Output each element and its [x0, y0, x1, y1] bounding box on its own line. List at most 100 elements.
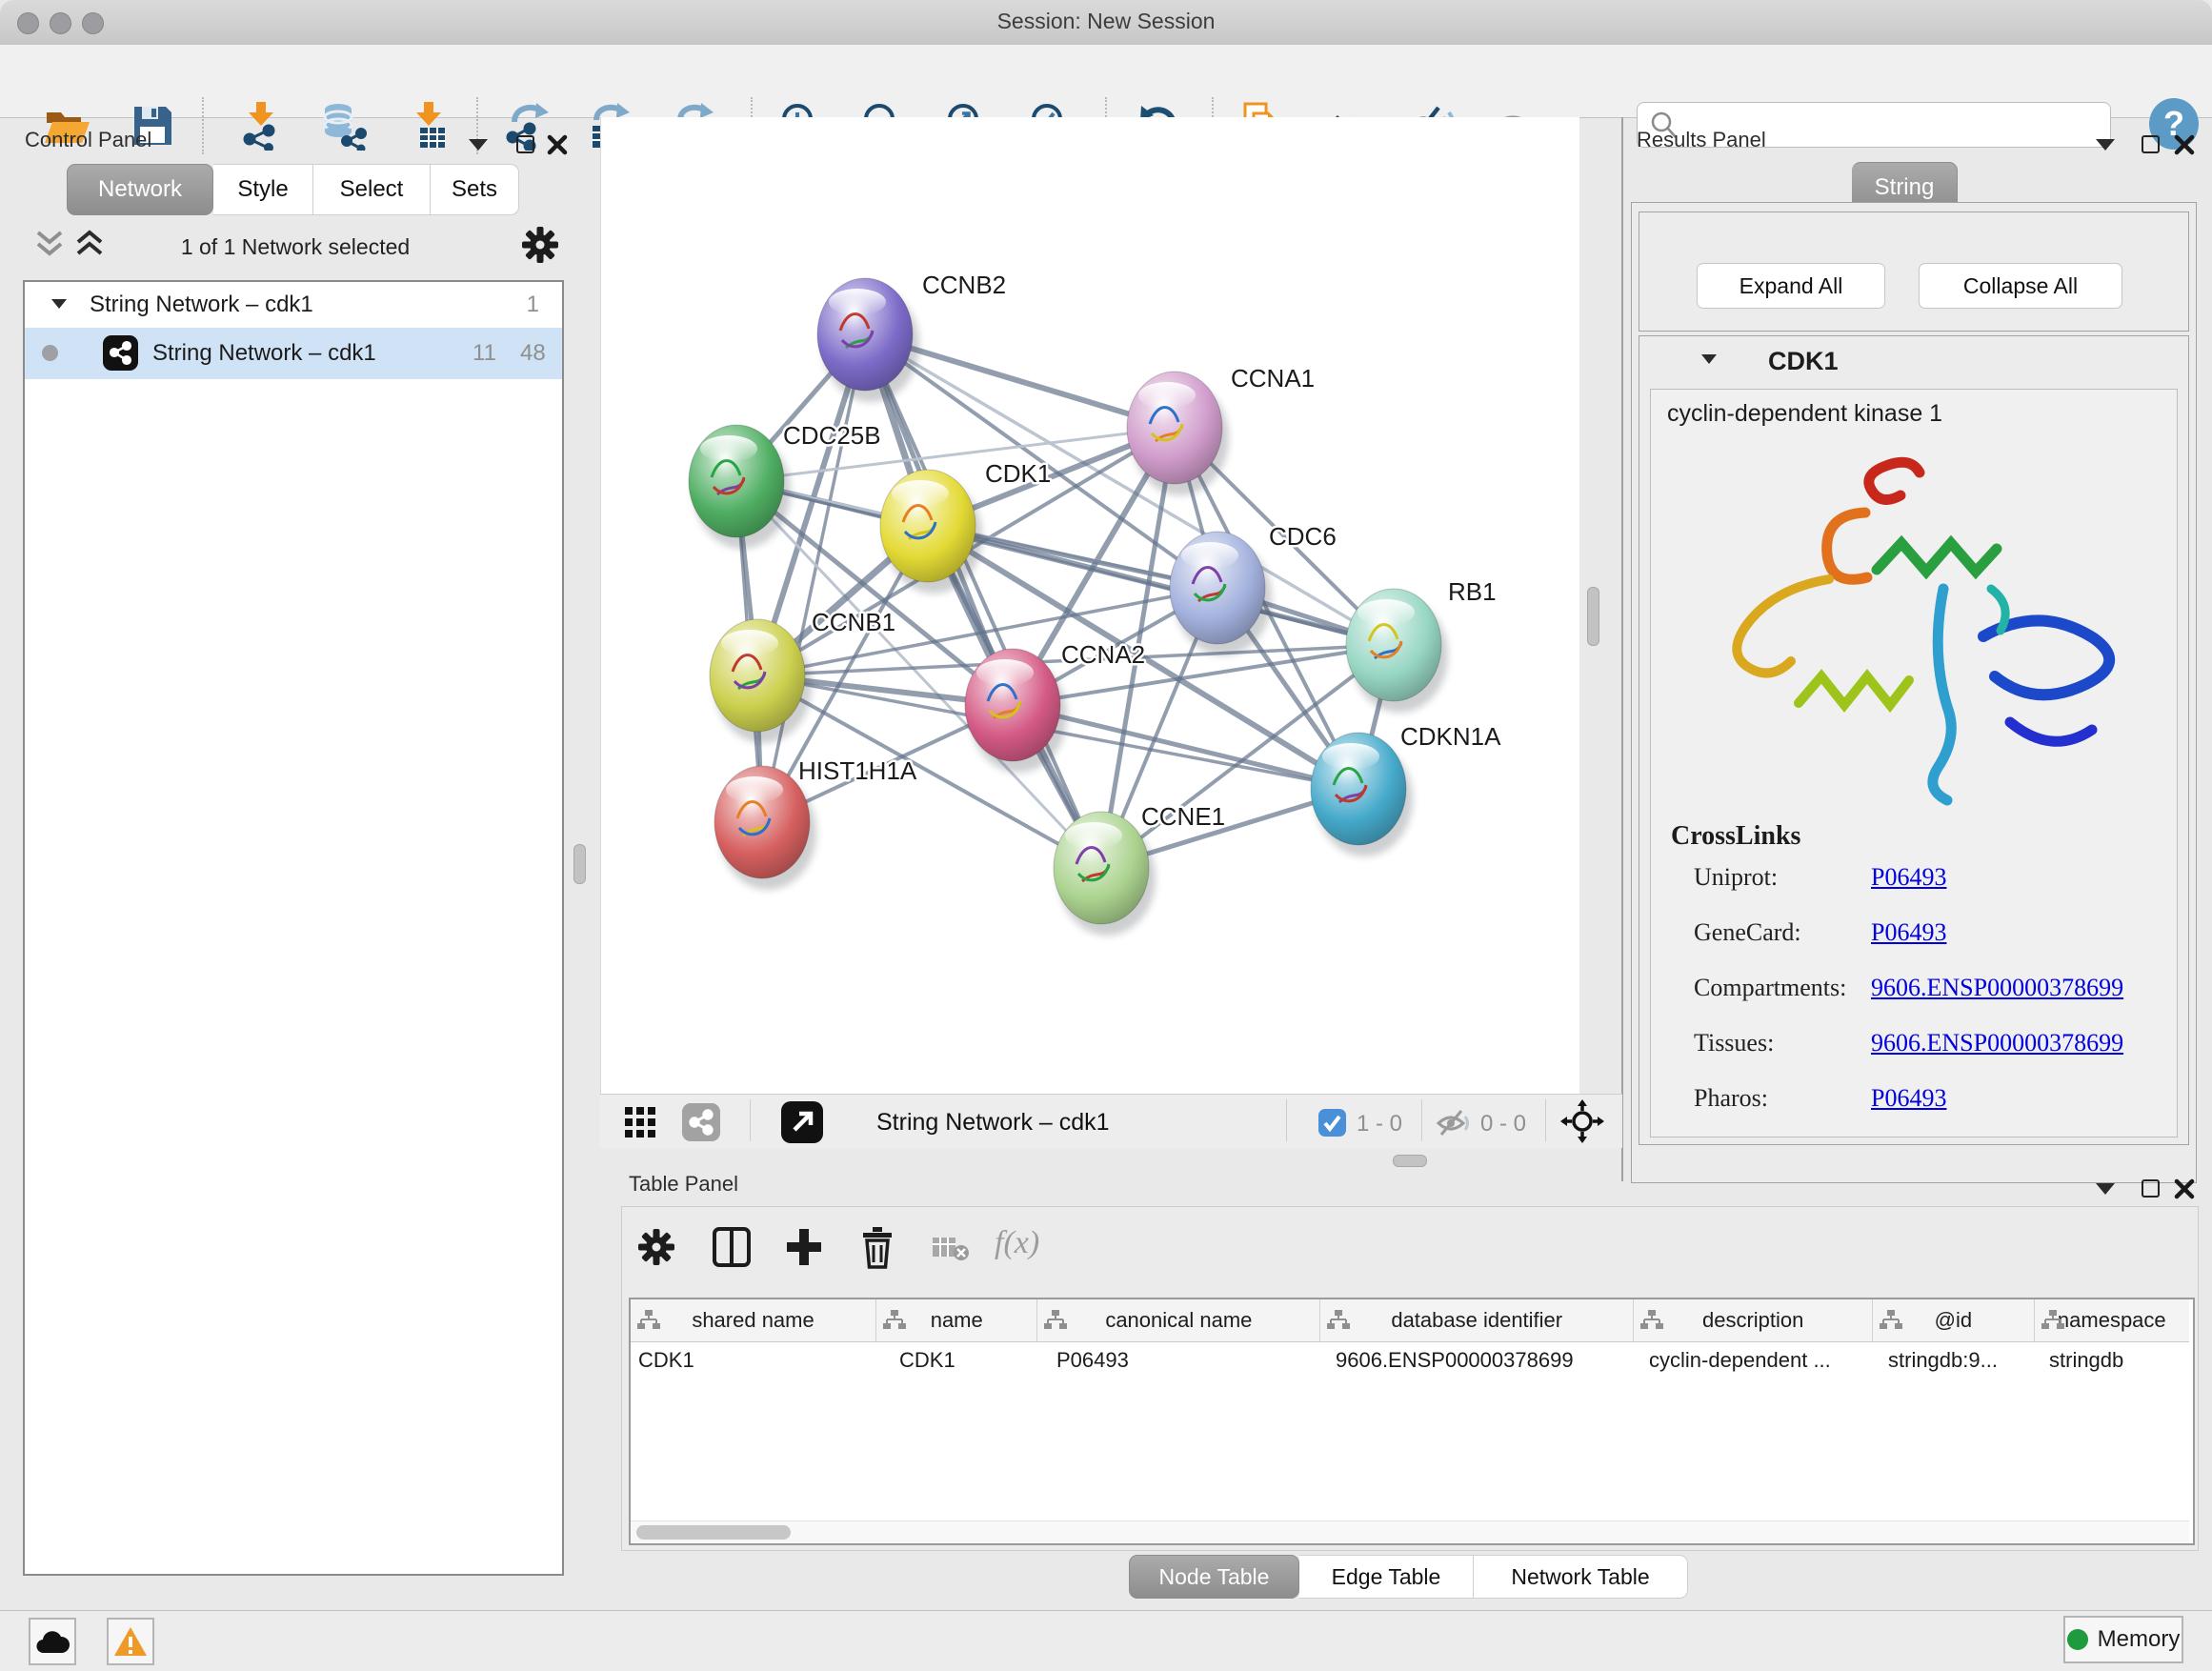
memory-button[interactable]: Memory: [2063, 1616, 2183, 1663]
table-options-gear-icon[interactable]: [636, 1227, 676, 1267]
crosslink-uniprot-link[interactable]: P06493: [1871, 863, 1946, 892]
tab-style[interactable]: Style: [213, 164, 313, 215]
cell-database-identifier[interactable]: 9606.ENSP00000378699: [1320, 1341, 1634, 1379]
network-edges: [736, 334, 1394, 868]
tab-select[interactable]: Select: [313, 164, 431, 215]
right-splitter-handle[interactable]: [1587, 587, 1599, 646]
node-label-CDKN1A: CDKN1A: [1400, 722, 1501, 751]
scrollbar-thumb[interactable]: [636, 1525, 791, 1540]
table-row[interactable]: CDK1 CDK1 P06493 9606.ENSP00000378699 cy…: [631, 1341, 2189, 1379]
network-node-CDC25B[interactable]: [689, 425, 791, 549]
results-panel-menu-icon[interactable]: [2096, 139, 2115, 151]
node-label-CCNB1: CCNB1: [812, 608, 895, 636]
network-edge-count: 48: [520, 340, 546, 367]
show-columns-icon[interactable]: [711, 1225, 753, 1269]
warning-button[interactable]: [107, 1618, 154, 1665]
network-graph[interactable]: CCNB2CCNA1CDC25BCDK1CDC6RB1CCNB1CCNA2CDK…: [600, 117, 1579, 1094]
column-header-name[interactable]: name: [876, 1299, 1037, 1341]
tab-network-table[interactable]: Network Table: [1474, 1555, 1688, 1599]
collection-expand-icon[interactable]: [51, 299, 67, 309]
grid-view-icon[interactable]: [623, 1105, 657, 1139]
cloud-button[interactable]: [29, 1618, 76, 1665]
network-node-CCNB2[interactable]: [817, 278, 919, 402]
collapse-all-button[interactable]: Collapse All: [1919, 263, 2122, 309]
column-header-description[interactable]: description: [1634, 1299, 1873, 1341]
column-header-shared-name[interactable]: shared name: [631, 1299, 876, 1341]
delete-column-trash-icon[interactable]: [857, 1225, 897, 1269]
network-node-RB1[interactable]: [1346, 589, 1448, 713]
control-panel-menu-icon[interactable]: [469, 139, 488, 151]
delete-table-icon-disabled: [932, 1235, 970, 1263]
crosslink-compartments-link[interactable]: 9606.ENSP00000378699: [1871, 974, 2123, 1002]
selected-checkbox-icon[interactable]: [1318, 1109, 1346, 1137]
node-label-CCNA2: CCNA2: [1061, 640, 1145, 669]
network-options-gear-icon[interactable]: [520, 225, 560, 265]
cell-id[interactable]: stringdb:9...: [1873, 1341, 2034, 1379]
cytoscape-window: Session: New Session: [0, 0, 2212, 1671]
cdk1-collapse-icon[interactable]: [1701, 354, 1717, 364]
control-panel-close-icon[interactable]: [547, 134, 568, 155]
left-splitter-handle[interactable]: [573, 844, 586, 884]
title-bar: Session: New Session: [0, 0, 2212, 46]
control-panel-tabs: Network Style Select Sets: [67, 164, 519, 215]
cell-name[interactable]: CDK1: [876, 1341, 1037, 1379]
network-node-CCNA2[interactable]: [965, 649, 1067, 773]
network-badge-toggle-icon[interactable]: [682, 1103, 720, 1141]
cdk1-description: cyclin-dependent kinase 1: [1667, 400, 1942, 428]
main-toolbar: ?: [0, 45, 2212, 118]
expand-all-networks-icon[interactable]: [74, 229, 109, 261]
cell-description[interactable]: cyclin-dependent ...: [1634, 1341, 1873, 1379]
results-panel-float-icon[interactable]: [2142, 135, 2160, 153]
import-network-from-database-icon[interactable]: [318, 101, 368, 151]
crosslinks-list: Uniprot: P06493 GeneCard: P06493 Compart…: [1631, 856, 2183, 1132]
crosslink-row: Pharos: P06493: [1631, 1077, 2183, 1132]
import-table-icon[interactable]: [404, 101, 453, 151]
table-horizontal-scrollbar[interactable]: [631, 1520, 2189, 1543]
results-panel-close-icon[interactable]: [2174, 134, 2195, 155]
network-node-CDK1[interactable]: [880, 470, 982, 594]
table-panel-float-icon[interactable]: [2142, 1179, 2160, 1198]
detach-view-icon[interactable]: [781, 1101, 823, 1143]
crosslink-row: GeneCard: P06493: [1631, 911, 2183, 966]
tab-network[interactable]: Network: [67, 164, 213, 215]
crosslinks-title: CrossLinks: [1671, 821, 1800, 852]
birdseye-crosshair-icon[interactable]: [1560, 1099, 1604, 1143]
network-collection-row[interactable]: String Network – cdk1 1: [25, 282, 562, 328]
crosslink-tissues-link[interactable]: 9606.ENSP00000378699: [1871, 1029, 2123, 1057]
tab-edge-table[interactable]: Edge Table: [1299, 1555, 1474, 1599]
collapse-all-networks-icon[interactable]: [34, 229, 69, 261]
column-header-namespace[interactable]: namespace: [2035, 1299, 2189, 1341]
cell-canonical-name[interactable]: P06493: [1037, 1341, 1320, 1379]
network-edge[interactable]: [865, 334, 1101, 868]
network-node-CDKN1A[interactable]: [1311, 733, 1413, 856]
table-panel-close-icon[interactable]: [2174, 1178, 2195, 1199]
toolbar-separator: [202, 97, 204, 154]
node-label-RB1: RB1: [1448, 577, 1497, 606]
network-node-CDC6[interactable]: [1170, 532, 1272, 655]
control-panel-float-icon[interactable]: [516, 135, 534, 153]
panel-divider[interactable]: [1621, 117, 1623, 1181]
crosslink-row: Tissues: 9606.ENSP00000378699: [1631, 1021, 2183, 1077]
expand-all-button[interactable]: Expand All: [1697, 263, 1885, 309]
network-node-CCNA1[interactable]: [1127, 372, 1229, 495]
import-network-icon[interactable]: [236, 101, 286, 151]
crosslink-label: Pharos:: [1694, 1084, 1768, 1113]
horizontal-splitter-handle[interactable]: [1393, 1155, 1427, 1167]
column-header-id[interactable]: @id: [1873, 1299, 2034, 1341]
crosslink-genecard-link[interactable]: P06493: [1871, 918, 1946, 947]
network-edge[interactable]: [762, 334, 865, 822]
tab-sets[interactable]: Sets: [431, 164, 519, 215]
crosslink-label: Uniprot:: [1694, 863, 1778, 892]
status-bar: [0, 1610, 2212, 1671]
crosslink-pharos-link[interactable]: P06493: [1871, 1084, 1946, 1113]
column-header-database-identifier[interactable]: database identifier: [1320, 1299, 1634, 1341]
create-column-plus-icon[interactable]: [785, 1227, 823, 1267]
column-header-canonical-name[interactable]: canonical name: [1037, 1299, 1320, 1341]
network-row-selected[interactable]: String Network – cdk1 11 48: [25, 328, 562, 379]
tab-node-table[interactable]: Node Table: [1129, 1555, 1299, 1599]
network-node-CCNE1[interactable]: [1054, 812, 1156, 936]
table-panel-menu-icon[interactable]: [2096, 1183, 2115, 1195]
cell-namespace[interactable]: stringdb: [2034, 1341, 2189, 1379]
cell-shared-name[interactable]: CDK1: [631, 1341, 876, 1379]
string-network-badge: [103, 335, 138, 371]
